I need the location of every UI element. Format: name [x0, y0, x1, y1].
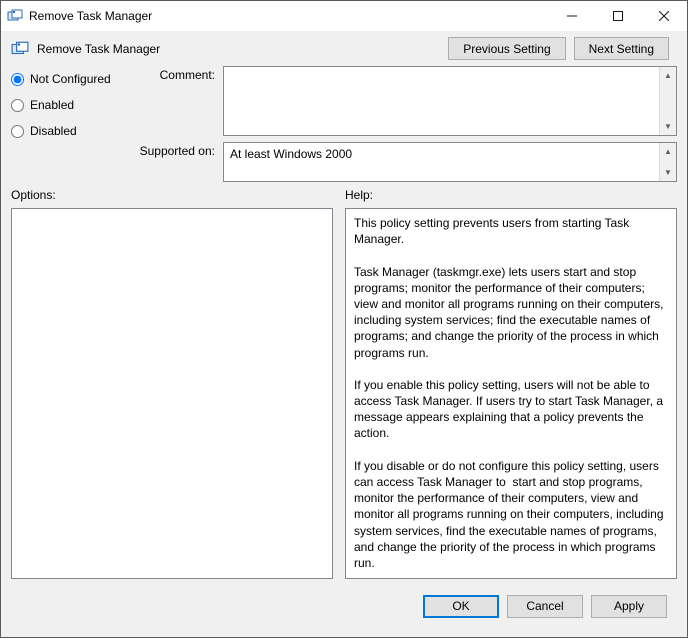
- options-box: [11, 208, 333, 579]
- radio-not-configured[interactable]: Not Configured: [11, 72, 131, 86]
- help-box: This policy setting prevents users from …: [345, 208, 677, 579]
- radio-not-configured-label: Not Configured: [30, 72, 111, 86]
- content-area: Remove Task Manager Previous Setting Nex…: [1, 31, 687, 637]
- options-label: Options:: [11, 188, 333, 202]
- apply-button[interactable]: Apply: [591, 595, 667, 618]
- help-text: This policy setting prevents users from …: [346, 209, 676, 577]
- scroll-up-icon[interactable]: ▲: [660, 67, 676, 84]
- radio-enabled-input[interactable]: [11, 99, 24, 112]
- comment-scrollbar[interactable]: ▲ ▼: [659, 67, 676, 135]
- close-button[interactable]: [641, 1, 687, 31]
- window-title: Remove Task Manager: [29, 9, 549, 23]
- titlebar: Remove Task Manager: [1, 1, 687, 31]
- radio-not-configured-input[interactable]: [11, 73, 24, 86]
- supported-label: Supported on:: [131, 142, 223, 158]
- state-radios: Not Configured Enabled Disabled: [11, 66, 131, 182]
- comment-input[interactable]: ▲ ▼: [223, 66, 677, 136]
- radio-disabled-label: Disabled: [30, 124, 77, 138]
- scroll-down-icon[interactable]: ▼: [660, 118, 676, 135]
- supported-box: At least Windows 2000 ▲ ▼: [223, 142, 677, 182]
- next-setting-button[interactable]: Next Setting: [574, 37, 669, 60]
- maximize-button[interactable]: [595, 1, 641, 31]
- radio-enabled-label: Enabled: [30, 98, 74, 112]
- config-row: Not Configured Enabled Disabled Comment:…: [11, 66, 677, 182]
- header-row: Remove Task Manager Previous Setting Nex…: [11, 37, 677, 60]
- help-label: Help:: [345, 188, 677, 202]
- supported-value: At least Windows 2000: [230, 147, 352, 161]
- radio-enabled[interactable]: Enabled: [11, 98, 131, 112]
- previous-setting-button[interactable]: Previous Setting: [448, 37, 565, 60]
- footer: OK Cancel Apply: [11, 585, 677, 627]
- gpedit-icon: [7, 8, 23, 24]
- ok-button[interactable]: OK: [423, 595, 499, 618]
- comment-label: Comment:: [131, 66, 223, 82]
- minimize-button[interactable]: [549, 1, 595, 31]
- policy-icon: [11, 40, 29, 58]
- radio-disabled-input[interactable]: [11, 125, 24, 138]
- details-row: Options: Help: This policy setting preve…: [11, 188, 677, 579]
- radio-disabled[interactable]: Disabled: [11, 124, 131, 138]
- scroll-up-icon[interactable]: ▲: [660, 143, 676, 160]
- supported-scrollbar[interactable]: ▲ ▼: [659, 143, 676, 181]
- scroll-down-icon[interactable]: ▼: [660, 164, 676, 181]
- policy-title: Remove Task Manager: [37, 42, 448, 56]
- cancel-button[interactable]: Cancel: [507, 595, 583, 618]
